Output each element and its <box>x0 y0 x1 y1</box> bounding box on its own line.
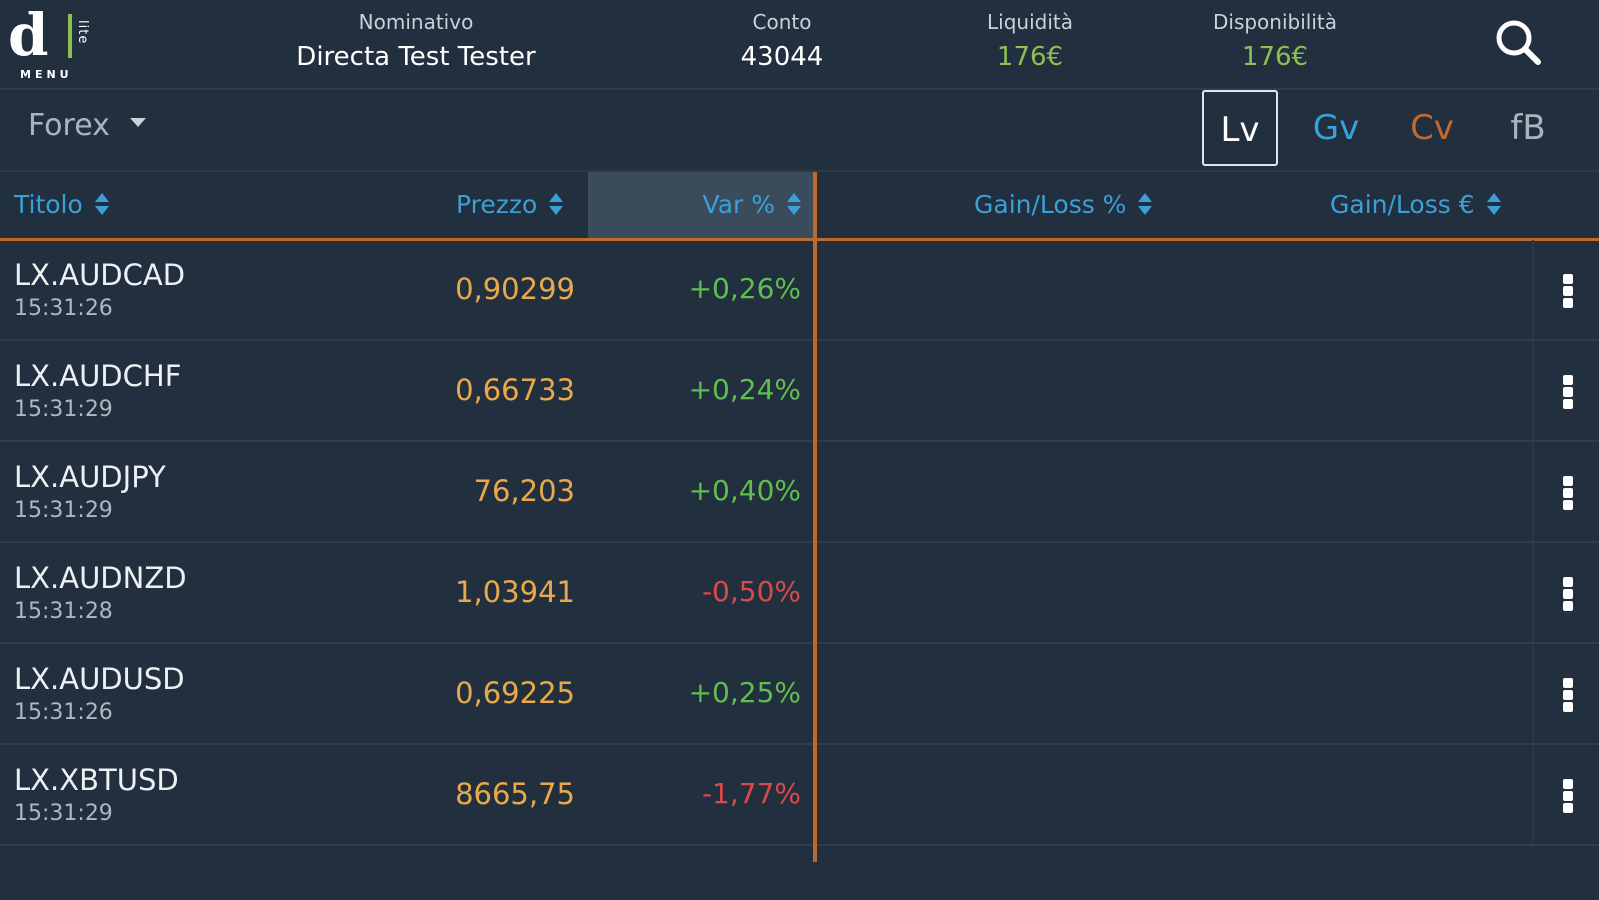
row-symbol: LX.AUDCAD <box>14 258 186 292</box>
view-toolbar: Forex Lv Gv Cv fB <box>0 90 1599 174</box>
sort-icon <box>94 193 109 215</box>
row-price: 0,69225 <box>455 676 575 710</box>
nominativo-label: Nominativo <box>358 10 474 34</box>
row-price: 0,66733 <box>455 373 575 407</box>
account-number-block: Conto 43044 <box>712 10 852 72</box>
liquidita-label: Liquidità <box>987 10 1073 34</box>
conto-label: Conto <box>752 10 812 34</box>
row-symbol: LX.AUDCHF <box>14 359 182 393</box>
row-var: -1,77% <box>701 777 801 810</box>
row-time: 15:31:26 <box>14 700 113 725</box>
row-price: 1,03941 <box>455 575 575 609</box>
more-options-icon[interactable] <box>1532 644 1599 743</box>
table-row[interactable]: LX.AUDJPY 15:31:29 76,203 +0,40% <box>0 442 1599 543</box>
nominativo-value: Directa Test Tester <box>296 42 536 72</box>
row-symbol: LX.AUDNZD <box>14 561 187 595</box>
column-header-label: Gain/Loss % <box>974 190 1127 219</box>
app-logo-menu-button[interactable]: d lite MENU <box>8 6 94 84</box>
liquidity-block: Liquidità 176€ <box>960 10 1100 72</box>
table-row[interactable]: LX.AUDUSD 15:31:26 0,69225 +0,25% <box>0 644 1599 745</box>
table-header: Titolo Prezzo Var % Gain/Loss % Gain/Los… <box>0 172 1599 241</box>
sort-icon <box>1138 193 1153 215</box>
column-header-gain-loss-pct[interactable]: Gain/Loss % <box>974 172 1153 238</box>
column-header-label: Prezzo <box>456 190 538 219</box>
column-header-label: Titolo <box>14 190 83 219</box>
table-row[interactable]: LX.XBTUSD 15:31:29 8665,75 -1,77% <box>0 745 1599 846</box>
row-symbol: LX.AUDUSD <box>14 662 185 696</box>
row-time: 15:31:29 <box>14 498 113 523</box>
more-options-icon[interactable] <box>1532 543 1599 642</box>
chevron-down-icon <box>129 118 146 127</box>
search-icon[interactable] <box>1494 18 1544 68</box>
column-header-label: Var % <box>702 190 775 219</box>
row-var: +0,25% <box>688 676 801 709</box>
view-button-cv[interactable]: Cv <box>1394 90 1470 166</box>
column-header-label: Gain/Loss € <box>1330 190 1475 219</box>
sort-icon <box>1486 193 1501 215</box>
row-var: +0,24% <box>688 373 801 406</box>
table-row[interactable]: LX.AUDCAD 15:31:26 0,90299 +0,26% <box>0 240 1599 341</box>
more-options-icon[interactable] <box>1532 442 1599 541</box>
row-symbol: LX.AUDJPY <box>14 460 166 494</box>
column-header-gain-loss-eur[interactable]: Gain/Loss € <box>1330 172 1501 238</box>
logo-d: d <box>8 1 49 69</box>
row-var: +0,26% <box>688 272 801 305</box>
row-time: 15:31:29 <box>14 801 113 826</box>
market-select[interactable]: Forex <box>28 108 146 143</box>
column-header-var[interactable]: Var % <box>588 172 813 238</box>
more-options-icon[interactable] <box>1532 240 1599 339</box>
view-button-fb[interactable]: fB <box>1490 90 1566 166</box>
sort-icon <box>787 193 801 215</box>
more-options-icon[interactable] <box>1532 745 1599 844</box>
instrument-list: LX.AUDCAD 15:31:26 0,90299 +0,26% LX.AUD… <box>0 240 1599 846</box>
row-symbol: LX.XBTUSD <box>14 763 179 797</box>
disponibilita-value: 176€ <box>1241 42 1309 72</box>
row-var: +0,40% <box>688 474 801 507</box>
more-options-icon[interactable] <box>1532 341 1599 440</box>
account-name-block: Nominativo Directa Test Tester <box>276 10 556 72</box>
row-time: 15:31:29 <box>14 397 113 422</box>
row-price: 8665,75 <box>455 777 575 811</box>
table-row[interactable]: LX.AUDCHF 15:31:29 0,66733 +0,24% <box>0 341 1599 442</box>
availability-block: Disponibilità 176€ <box>1190 10 1360 72</box>
row-price: 76,203 <box>473 474 575 508</box>
row-price: 0,90299 <box>455 272 575 306</box>
menu-label: MENU <box>20 68 73 81</box>
row-var: -0,50% <box>701 575 801 608</box>
market-select-label: Forex <box>28 108 110 143</box>
logo-lite: lite <box>68 14 94 58</box>
list-footer-space <box>0 862 1599 900</box>
liquidita-value: 176€ <box>996 42 1064 72</box>
column-divider <box>813 172 817 862</box>
table-row[interactable]: LX.AUDNZD 15:31:28 1,03941 -0,50% <box>0 543 1599 644</box>
disponibilita-label: Disponibilità <box>1212 10 1337 34</box>
conto-value: 43044 <box>740 42 824 72</box>
row-time: 15:31:26 <box>14 296 113 321</box>
column-header-prezzo[interactable]: Prezzo <box>456 172 564 238</box>
top-header: d lite MENU Nominativo Directa Test Test… <box>0 0 1599 90</box>
view-button-gv[interactable]: Gv <box>1298 90 1374 166</box>
row-time: 15:31:28 <box>14 599 113 624</box>
sort-icon <box>549 193 564 215</box>
column-header-titolo[interactable]: Titolo <box>14 172 109 238</box>
view-button-lv[interactable]: Lv <box>1202 90 1278 166</box>
